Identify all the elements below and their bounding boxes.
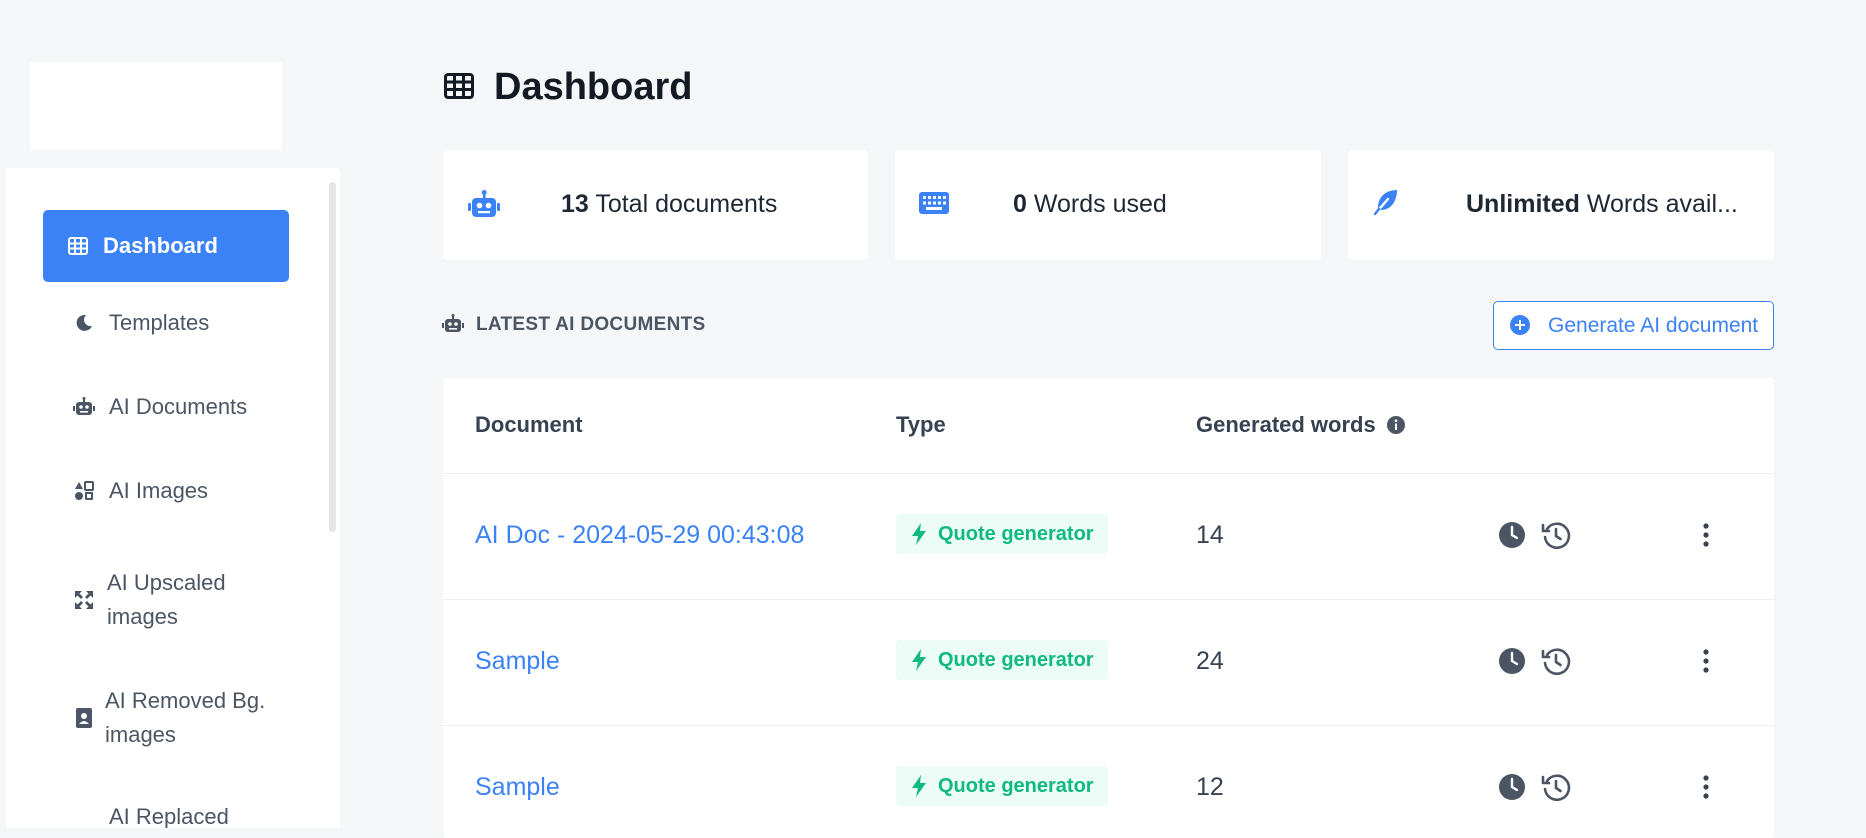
history-icon[interactable]	[1541, 520, 1571, 550]
sidebar-item-label: AI Removed Bg. images	[105, 688, 266, 747]
portrait-icon	[73, 707, 95, 729]
bolt-icon	[910, 523, 928, 545]
clock-icon[interactable]	[1497, 520, 1527, 550]
sidebar-item-ai-documents[interactable]: AI Documents	[43, 390, 289, 424]
keyboard-icon	[919, 192, 953, 222]
sidebar: Dashboard Templates AI Documents AI Imag…	[6, 168, 340, 828]
robot-icon	[467, 190, 501, 220]
stat-label: Words used	[1033, 190, 1167, 218]
document-link[interactable]: AI Doc - 2024-05-29 00:43:08	[475, 521, 804, 550]
stat-card-words-available: Unlimited Words avail...	[1348, 150, 1774, 260]
expand-icon	[73, 589, 95, 611]
generate-ai-document-label: Generate AI document	[1548, 313, 1759, 337]
table-row: Sample Quote generator 12	[443, 725, 1774, 838]
stat-card-words-used: 0 Words used	[895, 150, 1321, 260]
sidebar-scrollbar[interactable]	[329, 182, 336, 532]
more-options-icon[interactable]	[1691, 772, 1721, 802]
documents-table: Document Type Generated words AI Doc - 2…	[443, 378, 1774, 838]
column-header-label: Generated words	[1196, 412, 1376, 437]
section-title: LATEST AI DOCUMENTS	[442, 314, 705, 336]
sidebar-item-ai-replaced[interactable]: AI Replaced	[43, 800, 289, 828]
column-header-document[interactable]: Document	[475, 412, 583, 438]
info-icon[interactable]	[1386, 415, 1406, 435]
stat-value: Unlimited	[1466, 190, 1580, 218]
page-title: Dashboard	[494, 66, 693, 108]
sidebar-item-label: AI Images	[109, 478, 209, 503]
document-link[interactable]: Sample	[475, 773, 560, 802]
type-badge-label: Quote generator	[938, 648, 1094, 671]
sidebar-item-label: Dashboard	[103, 233, 218, 258]
sidebar-item-templates[interactable]: Templates	[43, 306, 289, 340]
feather-icon	[1372, 188, 1406, 218]
type-badge: Quote generator	[896, 640, 1108, 680]
sidebar-item-ai-images[interactable]: AI Images	[43, 474, 289, 508]
stat-value: 13	[561, 190, 589, 218]
bolt-icon	[910, 649, 928, 671]
table-grid-icon	[444, 72, 474, 103]
robot-icon	[442, 314, 464, 336]
generated-words-count: 14	[1196, 521, 1224, 549]
sidebar-item-label: AI Documents	[109, 394, 248, 419]
clock-icon[interactable]	[1497, 646, 1527, 676]
moon-icon	[73, 312, 95, 334]
plus-circle-icon	[1510, 314, 1532, 337]
column-header-generated-words[interactable]: Generated words	[1196, 412, 1406, 438]
stat-label: Total documents	[595, 190, 778, 218]
generated-words-count: 12	[1196, 773, 1224, 801]
table-row: AI Doc - 2024-05-29 00:43:08 Quote gener…	[443, 473, 1774, 599]
logo-placeholder	[30, 62, 282, 150]
sidebar-item-label: AI Upscaled images	[107, 570, 226, 629]
type-badge: Quote generator	[896, 766, 1108, 806]
page-header: Dashboard	[444, 66, 692, 109]
section-title-text: LATEST AI DOCUMENTS	[476, 314, 706, 335]
type-badge: Quote generator	[896, 514, 1108, 554]
sidebar-item-ai-removed-bg-images[interactable]: AI Removed Bg. images	[43, 684, 289, 752]
sidebar-item-dashboard[interactable]: Dashboard	[43, 210, 289, 282]
sidebar-item-label: AI Replaced	[109, 804, 229, 828]
sidebar-item-ai-upscaled-images[interactable]: AI Upscaled images	[43, 566, 289, 634]
history-icon[interactable]	[1541, 646, 1571, 676]
bolt-icon	[910, 775, 928, 797]
more-options-icon[interactable]	[1691, 646, 1721, 676]
more-options-icon[interactable]	[1691, 520, 1721, 550]
table-grid-icon	[67, 235, 89, 257]
table-row: Sample Quote generator 24	[443, 599, 1774, 725]
sidebar-item-label: Templates	[109, 310, 210, 335]
replace-icon	[73, 806, 95, 828]
stat-card-total-documents: 13 Total documents	[443, 150, 868, 260]
type-badge-label: Quote generator	[938, 522, 1094, 545]
image-shapes-icon	[73, 480, 95, 502]
generated-words-count: 24	[1196, 647, 1224, 675]
clock-icon[interactable]	[1497, 772, 1527, 802]
type-badge-label: Quote generator	[938, 774, 1094, 797]
column-header-type[interactable]: Type	[896, 412, 946, 438]
stat-label: Words avail...	[1586, 190, 1738, 218]
stat-value: 0	[1013, 190, 1027, 218]
robot-icon	[73, 396, 95, 418]
generate-ai-document-button[interactable]: Generate AI document	[1493, 301, 1774, 350]
document-link[interactable]: Sample	[475, 647, 560, 676]
history-icon[interactable]	[1541, 772, 1571, 802]
